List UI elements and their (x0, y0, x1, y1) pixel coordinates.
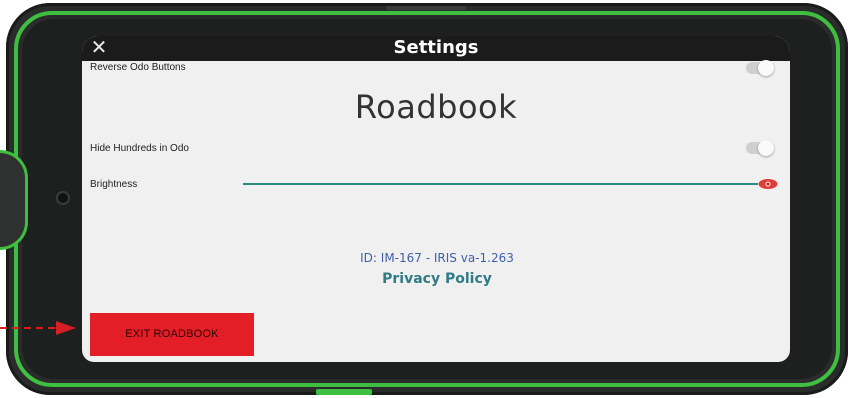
toggle-knob (758, 60, 774, 76)
arrow-right-icon (0, 321, 76, 335)
section-heading: Roadbook (354, 88, 518, 126)
toggle-knob (758, 140, 774, 156)
title-bar: Settings ✕ (82, 36, 790, 61)
close-icon[interactable]: ✕ (88, 36, 110, 60)
camera-icon (56, 191, 70, 205)
version-info: ID: IM-167 - IRIS va-1.263 (360, 251, 514, 265)
eye-icon[interactable] (758, 178, 778, 190)
hide-hundreds-toggle[interactable] (746, 140, 774, 156)
page-title: Settings (393, 37, 479, 58)
privacy-policy-link[interactable]: Privacy Policy (82, 271, 790, 287)
reverse-odo-toggle[interactable] (746, 60, 774, 76)
app-screen: Settings ✕ Reverse Odo Buttons Roadbook … (82, 36, 790, 362)
brightness-label: Brightness (90, 179, 138, 190)
reverse-odo-label: Reverse Odo Buttons (90, 62, 186, 73)
device-side-notch (0, 150, 28, 250)
brightness-slider-track[interactable] (243, 183, 758, 185)
hide-hundreds-label: Hide Hundreds in Odo (90, 143, 189, 154)
device-top-button (386, 6, 466, 10)
device-bottom-connector (316, 389, 372, 395)
exit-roadbook-button[interactable]: EXIT ROADBOOK (90, 313, 254, 356)
